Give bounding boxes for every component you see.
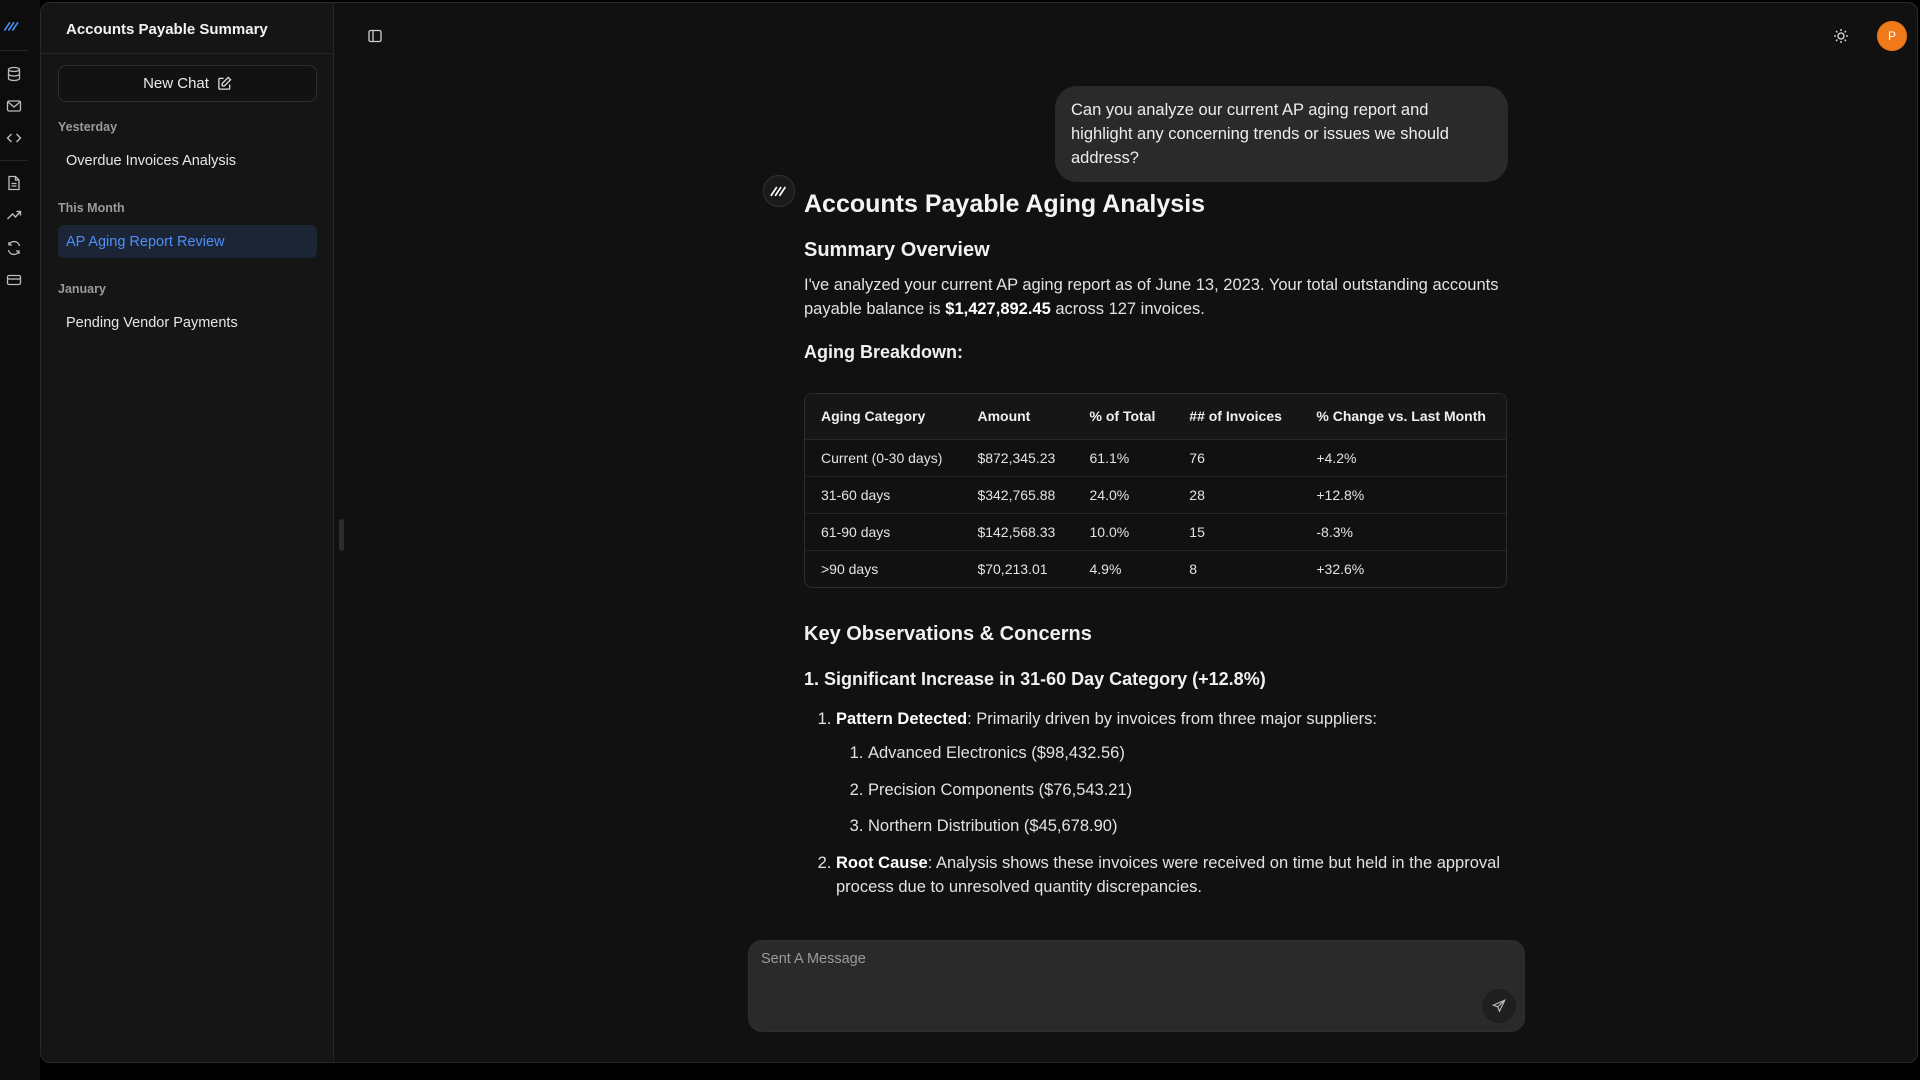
app-window: Accounts Payable Summary New Chat Yester… [40, 2, 1918, 1063]
group-label-this-month: This Month [58, 201, 125, 215]
table-cell: +12.8% [1300, 475, 1506, 513]
column-header: % of Total [1073, 394, 1174, 439]
summary-heading: Summary Overview [804, 239, 990, 261]
table-cell: 10.0% [1073, 512, 1174, 550]
rail-divider [0, 160, 28, 161]
column-header: Amount [961, 394, 1074, 439]
summary-text-end: across 127 invoices. [1050, 300, 1205, 318]
supplier-list: Advanced Electronics ($98,432.56) Precis… [836, 741, 1514, 838]
table-cell: $70,213.01 [961, 549, 1074, 587]
column-header: ## of Invoices [1173, 394, 1301, 439]
table-cell: 8 [1173, 549, 1301, 587]
chat-item-pending-vendor-payments[interactable]: Pending Vendor Payments [58, 306, 317, 339]
user-message-bubble: Can you analyze our current AP aging rep… [1055, 86, 1508, 182]
table-cell: 4.9% [1073, 549, 1174, 587]
group-label-january: January [58, 282, 106, 296]
list-item-label: Pattern Detected [836, 710, 968, 728]
list-item: Pattern Detected: Primarily driven by in… [836, 707, 1514, 838]
icon-rail [0, 0, 40, 1080]
table-row: >90 days $70,213.01 4.9% 8 +32.6% [805, 549, 1506, 587]
table-cell: >90 days [805, 549, 962, 587]
table-row: 61-90 days $142,568.33 10.0% 15 -8.3% [805, 512, 1506, 550]
table-cell: 61.1% [1073, 438, 1174, 476]
answer-title: Accounts Payable Aging Analysis [804, 190, 1206, 218]
observations-heading: Key Observations & Concerns [804, 623, 1092, 645]
list-item: Northern Distribution ($45,678.90) [868, 814, 1514, 838]
table-header-row: Aging Category Amount % of Total ## of I… [805, 394, 1506, 439]
table-cell: 76 [1173, 438, 1301, 476]
table-row: Current (0-30 days) $872,345.23 61.1% 76… [805, 438, 1506, 476]
list-item-text: : Primarily driven by invoices from thre… [967, 710, 1378, 728]
list-item: Precision Components ($76,543.21) [868, 778, 1514, 802]
assistant-avatar-icon [763, 175, 795, 207]
table-cell: +32.6% [1300, 549, 1506, 587]
message-input[interactable] [761, 951, 1461, 991]
table-row: 31-60 days $342,765.88 24.0% 28 +12.8% [805, 475, 1506, 513]
sidebar-title: Accounts Payable Summary [66, 21, 268, 38]
summary-paragraph: I've analyzed your current AP aging repo… [804, 273, 1514, 321]
list-item-label: Root Cause [836, 853, 928, 872]
sun-icon[interactable] [1833, 28, 1849, 44]
send-button[interactable] [1482, 989, 1516, 1023]
table-cell: $342,765.88 [961, 475, 1074, 513]
summary-total: $1,427,892.45 [945, 300, 1051, 318]
observation-1-list: Pattern Detected: Primarily driven by in… [804, 707, 1514, 899]
mail-icon[interactable] [6, 98, 22, 114]
table-cell: 28 [1173, 475, 1301, 513]
refresh-icon[interactable] [6, 240, 22, 256]
send-icon [1492, 999, 1506, 1013]
code-icon[interactable] [6, 130, 22, 146]
document-icon[interactable] [6, 175, 22, 191]
chat-item-overdue-invoices[interactable]: Overdue Invoices Analysis [58, 144, 317, 177]
list-item-text: : Analysis shows these invoices were rec… [836, 853, 1500, 896]
list-item: Advanced Electronics ($98,432.56) [868, 741, 1514, 765]
table-cell: -8.3% [1300, 512, 1506, 550]
new-chat-label: New Chat [143, 75, 209, 92]
table-cell: Current (0-30 days) [805, 438, 962, 476]
trending-up-icon[interactable] [6, 207, 22, 223]
aging-table: Aging Category Amount % of Total ## of I… [804, 393, 1507, 588]
rail-divider [0, 50, 28, 51]
table-cell: +4.2% [1300, 438, 1506, 476]
table-cell: 31-60 days [805, 475, 962, 513]
new-chat-button[interactable]: New Chat [58, 65, 317, 102]
edit-icon [218, 76, 232, 90]
logo-icon[interactable] [4, 18, 24, 36]
group-label-yesterday: Yesterday [58, 120, 118, 134]
table-cell: $142,568.33 [961, 512, 1074, 550]
column-header: Aging Category [805, 394, 962, 439]
breakdown-heading: Aging Breakdown: [804, 342, 964, 362]
list-item: Root Cause: Analysis shows these invoice… [836, 851, 1514, 899]
table-cell: $872,345.23 [961, 438, 1074, 476]
credit-card-icon[interactable] [6, 272, 22, 288]
column-header: % Change vs. Last Month [1300, 394, 1506, 439]
sidebar-resize-handle[interactable] [339, 519, 344, 551]
sidebar-divider [41, 53, 333, 54]
database-icon[interactable] [6, 66, 22, 82]
chat-item-ap-aging-review[interactable]: AP Aging Report Review [58, 225, 317, 258]
message-composer [748, 940, 1525, 1032]
assistant-message: Accounts Payable Aging Analysis Summary … [804, 190, 1514, 899]
observation-1-heading: 1. Significant Increase in 31-60 Day Cat… [804, 669, 1266, 689]
table-cell: 61-90 days [805, 512, 962, 550]
user-avatar[interactable]: P [1877, 21, 1907, 51]
table-cell: 15 [1173, 512, 1301, 550]
chat-sidebar: Accounts Payable Summary New Chat Yester… [41, 3, 334, 1062]
table-cell: 24.0% [1073, 475, 1174, 513]
toggle-sidebar-icon[interactable] [367, 28, 383, 44]
